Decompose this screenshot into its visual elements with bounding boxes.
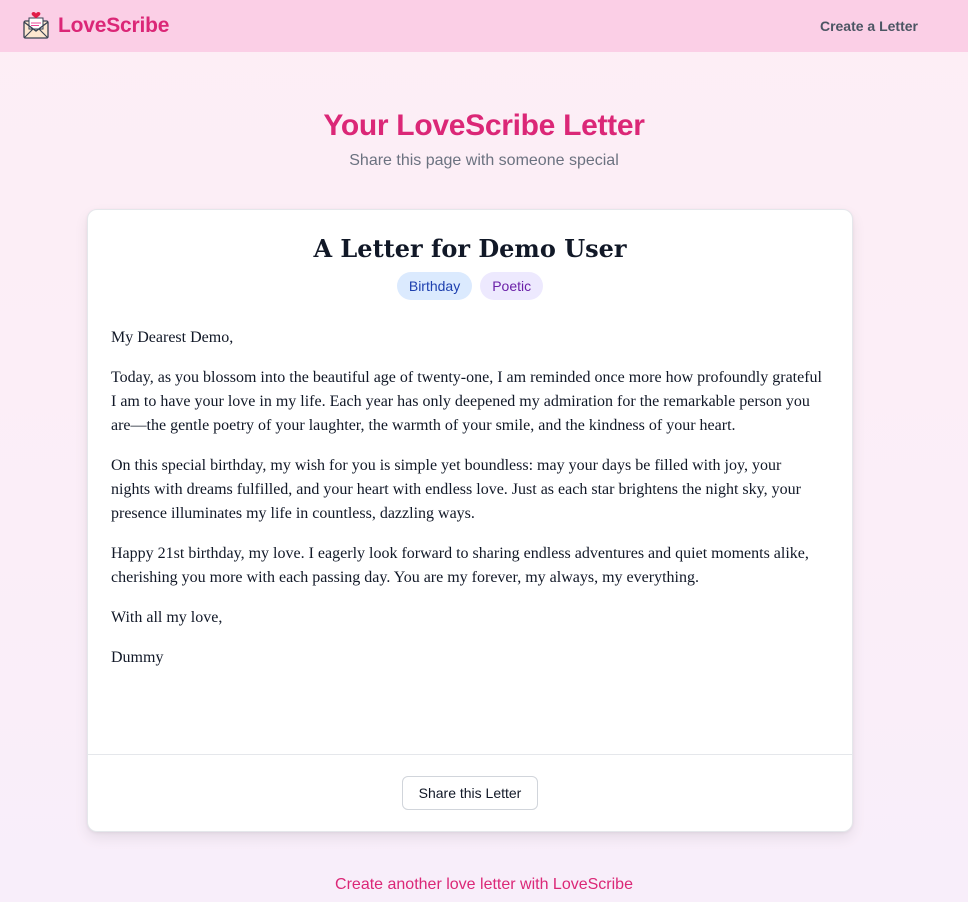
- occasion-badge: Birthday: [396, 272, 473, 300]
- letter-paragraph: Today, as you blossom into the beautiful…: [111, 369, 822, 434]
- create-another-letter-link[interactable]: Create another love letter with LoveScri…: [0, 876, 968, 894]
- letter-tags: Birthday Poetic: [88, 272, 852, 300]
- page-title: Your LoveScribe Letter: [323, 109, 645, 142]
- letter-paragraph: Happy 21st birthday, my love. I eagerly …: [111, 545, 809, 586]
- letter-header: A Letter for Demo User Birthday Poetic: [88, 210, 852, 300]
- hero: Your LoveScribe Letter Share this page w…: [0, 106, 968, 170]
- letter-card: A Letter for Demo User Birthday Poetic M…: [87, 209, 853, 832]
- letter-greeting: My Dearest Demo,: [111, 329, 234, 346]
- tone-badge: Poetic: [480, 272, 544, 300]
- love-letter-envelope-icon: [23, 12, 49, 39]
- letter-closing: With all my love,: [111, 609, 223, 626]
- brand-name: LoveScribe: [58, 14, 170, 37]
- letter-body: My Dearest Demo, Today, as you blossom i…: [88, 300, 852, 670]
- navbar: LoveScribe Create a Letter: [0, 0, 968, 52]
- page-subtitle: Share this page with someone special: [349, 152, 619, 169]
- brand-home-link[interactable]: LoveScribe: [22, 12, 169, 40]
- share-letter-button[interactable]: Share this Letter: [401, 776, 539, 810]
- letter-paragraph: On this special birthday, my wish for yo…: [111, 457, 801, 522]
- letter-footer: Share this Letter: [88, 754, 852, 831]
- create-letter-link[interactable]: Create a Letter: [820, 18, 918, 34]
- letter-signature: Dummy: [111, 649, 164, 666]
- letter-title: A Letter for Demo User: [313, 234, 627, 263]
